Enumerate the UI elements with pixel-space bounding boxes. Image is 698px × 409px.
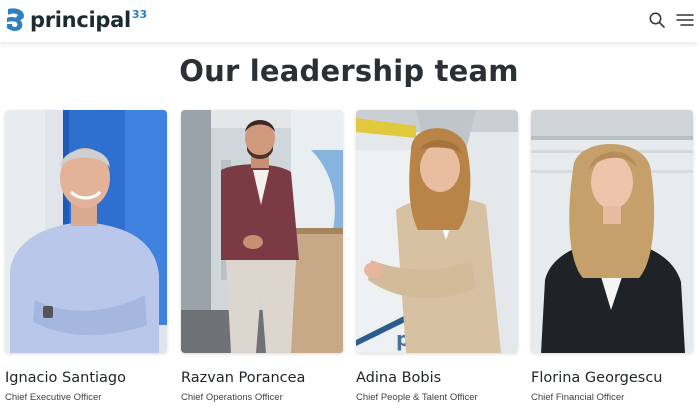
team-member-role: Chief Financial Officer bbox=[531, 392, 625, 403]
logo-text: principal bbox=[30, 8, 131, 32]
team-member-name[interactable]: Adina Bobis bbox=[356, 369, 518, 387]
team-member-role: Chief People & Talent Officer bbox=[356, 392, 478, 403]
team-member-role: Chief Operations Officer bbox=[181, 392, 283, 403]
team-card[interactable]: Ignacio Santiago Chief Executive Officer bbox=[5, 110, 167, 404]
team-member-role: Chief Executive Officer bbox=[5, 392, 102, 403]
logo-mark-icon bbox=[6, 8, 24, 31]
search-icon[interactable] bbox=[648, 11, 666, 29]
team-card[interactable]: Razvan Porancea Chief Operations Officer bbox=[181, 110, 343, 404]
team-member-photo bbox=[181, 110, 343, 353]
team-member-photo bbox=[5, 110, 167, 353]
team-member-name[interactable]: Ignacio Santiago bbox=[5, 369, 167, 387]
site-header: principal 33 bbox=[0, 0, 698, 42]
team-card[interactable]: Florina Georgescu Chief Financial Office… bbox=[531, 110, 693, 404]
team-member-name[interactable]: Razvan Porancea bbox=[181, 369, 343, 387]
team-card[interactable]: pri Adina Bobis Chief People & Talent Of… bbox=[356, 110, 518, 404]
section-title: Our leadership team bbox=[179, 54, 519, 88]
team-member-photo bbox=[531, 110, 693, 353]
menu-icon[interactable] bbox=[676, 12, 694, 28]
team-member-name[interactable]: Florina Georgescu bbox=[531, 369, 693, 387]
logo-link[interactable]: principal 33 bbox=[4, 6, 147, 34]
team-member-photo: pri bbox=[356, 110, 518, 353]
logo-superscript: 33 bbox=[131, 8, 148, 21]
